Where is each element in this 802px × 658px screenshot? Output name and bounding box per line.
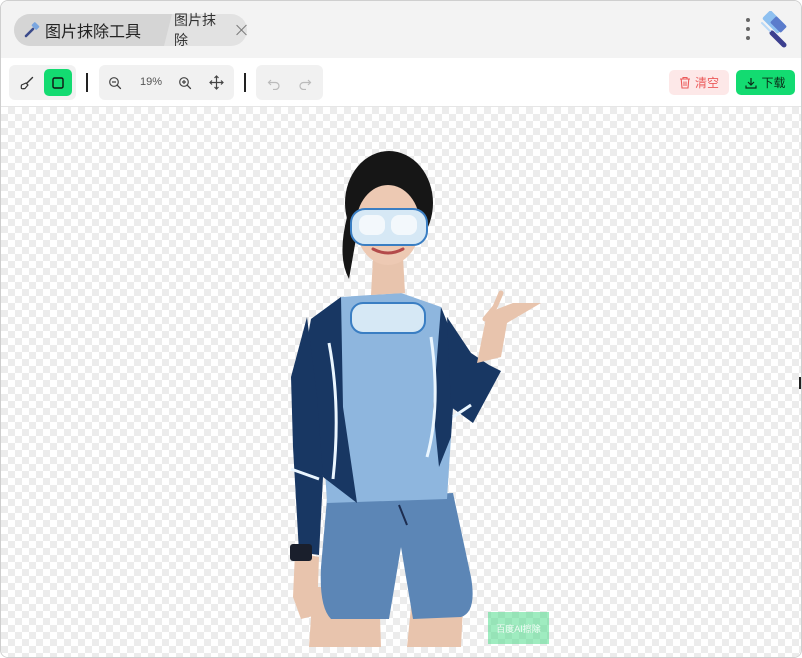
zoom-in-icon xyxy=(179,76,192,89)
zoom-in-button[interactable] xyxy=(171,69,199,96)
rectangle-select-icon xyxy=(52,76,64,89)
zoom-out-button[interactable] xyxy=(101,69,129,96)
tab-group: 图片抹除工具 图片抹除 xyxy=(14,12,247,48)
tool-group-zoom: 19% xyxy=(99,65,234,100)
download-button-label: 下载 xyxy=(761,76,786,90)
toolbar-divider xyxy=(86,73,88,92)
tab-secondary-title: 图片抹除 xyxy=(174,12,216,48)
tab-main[interactable]: 图片抹除工具 xyxy=(14,14,172,46)
move-button[interactable] xyxy=(202,69,230,96)
redo-button[interactable] xyxy=(291,69,319,96)
rectangle-select-button[interactable] xyxy=(44,69,72,96)
redo-icon xyxy=(299,79,312,90)
scroll-indicator xyxy=(799,377,801,389)
tab-secondary[interactable]: 图片抹除 xyxy=(174,12,247,48)
tab-bar: 图片抹除工具 图片抹除 xyxy=(1,1,801,58)
undo-icon xyxy=(267,79,280,90)
brush-button[interactable] xyxy=(13,69,41,96)
watermark: 百度AI擦除 xyxy=(488,612,549,644)
tab-main-title: 图片抹除工具 xyxy=(45,24,142,41)
app-logo-icon xyxy=(761,11,787,48)
download-button[interactable]: 下载 xyxy=(736,70,795,95)
subject-image xyxy=(290,151,541,647)
tool-group-draw xyxy=(9,65,76,100)
clear-button-label: 清空 xyxy=(694,76,719,90)
zoom-level: 19% xyxy=(140,76,163,88)
hammer-icon xyxy=(23,21,41,39)
download-icon xyxy=(745,77,758,89)
close-icon[interactable] xyxy=(236,24,247,36)
app-window: 图片抹除工具 图片抹除 19% 清空 下载 百度AI擦除 xyxy=(0,0,802,658)
more-vertical-icon[interactable] xyxy=(745,18,751,40)
trash-icon xyxy=(679,76,690,89)
image-canvas[interactable]: 百度AI擦除 xyxy=(1,107,801,657)
brush-icon xyxy=(20,76,34,89)
clear-button[interactable]: 清空 xyxy=(669,70,729,95)
undo-button[interactable] xyxy=(260,69,288,96)
toolbar-divider xyxy=(244,73,246,92)
tool-group-history xyxy=(256,65,323,100)
move-icon xyxy=(208,75,224,90)
zoom-out-icon xyxy=(109,76,122,89)
toolbar: 19% 清空 下载 xyxy=(1,58,801,107)
